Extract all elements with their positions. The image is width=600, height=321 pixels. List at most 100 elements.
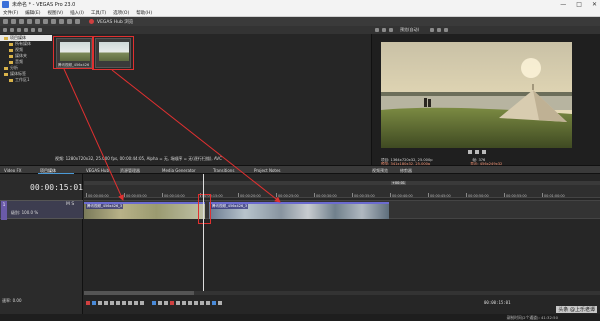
ruler-label: 00:00:05:00 [126, 194, 147, 198]
ruler-label: 00:00:10:00 [164, 194, 185, 198]
play-icon[interactable] [468, 150, 472, 154]
stop-icon[interactable] [482, 150, 486, 154]
delete-icon[interactable] [170, 300, 174, 305]
envelope-tool-icon[interactable] [158, 300, 162, 305]
capture-icon[interactable] [10, 28, 14, 32]
pause-icon[interactable] [110, 300, 114, 305]
folder-icon [4, 36, 8, 40]
ruler-tick [314, 193, 315, 197]
selection-tool-icon[interactable] [164, 300, 168, 305]
project-media-panel: 项目媒体 所有媒体 视频 媒体夹 音频 分析 媒体标签 工作区1 腾讯视频_45… [0, 26, 372, 165]
loop-region-bar[interactable] [84, 181, 600, 185]
timeline-ruler[interactable]: +00:01 00:00:00:00 00:00:05:00 00:00:10:00… [84, 181, 600, 198]
tab-video-fx[interactable]: Video FX [4, 168, 22, 173]
split-screen-icon[interactable] [389, 28, 393, 32]
redo-icon[interactable] [75, 19, 80, 24]
window-controls: — □ ✕ [560, 1, 597, 8]
prev-frame-icon[interactable] [134, 300, 138, 305]
menu-edit[interactable]: 编辑(E) [25, 10, 40, 16]
preview-quality-dropdown[interactable]: 预览(自动) [400, 27, 419, 33]
track-header-area: 00:00:15:01 1 级别: 100.0 % M S 速率: 0.00 [0, 174, 83, 321]
normal-edit-tool-icon[interactable] [152, 300, 156, 305]
menu-file[interactable]: 文件(F) [3, 10, 18, 16]
auto-ripple-icon[interactable] [218, 300, 222, 305]
playhead-cursor[interactable] [203, 174, 204, 294]
save-icon[interactable] [19, 19, 24, 24]
cut-icon[interactable] [43, 19, 48, 24]
menu-help[interactable]: 帮助(H) [136, 10, 152, 16]
marker-icon[interactable] [200, 300, 204, 305]
remove-media-icon[interactable] [17, 28, 21, 32]
go-to-end-icon[interactable] [128, 300, 132, 305]
split-icon[interactable] [188, 300, 192, 305]
play-from-start-icon[interactable] [98, 300, 102, 305]
undo-icon[interactable] [67, 19, 72, 24]
save-snapshot-icon[interactable] [444, 28, 449, 32]
minimize-button[interactable]: — [560, 1, 566, 8]
play-icon[interactable] [104, 300, 108, 305]
vegas-hub-button[interactable]: VEGAS Hub 浏览 [97, 19, 133, 25]
ruler-tick [86, 193, 87, 197]
menu-view[interactable]: 视图(V) [47, 10, 63, 16]
track-level[interactable]: 级别: 100.0 % [11, 210, 38, 216]
copy-icon[interactable] [51, 19, 56, 24]
folder-icon [9, 48, 13, 52]
scrollbar-thumb[interactable] [84, 291, 194, 295]
import-media-icon[interactable] [3, 28, 7, 32]
highlight-box [53, 36, 94, 69]
record-time-status: 录制时间(2个通道): 41:32:50 [506, 315, 559, 320]
tab-vegas-hub[interactable]: VEGAS Hub [86, 168, 109, 173]
ruler-label: 00:00:30:00 [316, 194, 337, 198]
snap-icon[interactable] [212, 300, 216, 305]
vegas-hub-icon[interactable] [89, 19, 94, 24]
overlays-icon[interactable] [430, 28, 435, 32]
copy-snapshot-icon[interactable] [437, 28, 442, 32]
ruler-label: 00:00:55:00 [506, 194, 527, 198]
search-icon[interactable] [38, 28, 42, 32]
menu-tools[interactable]: 工具(T) [91, 10, 106, 16]
mute-solo-buttons[interactable]: M S [66, 202, 74, 207]
video-track-header[interactable]: 1 级别: 100.0 % M S [0, 200, 83, 220]
next-frame-icon[interactable] [140, 300, 144, 305]
go-to-start-icon[interactable] [122, 300, 126, 305]
watermark: 头条 @上乐老谭 [556, 306, 597, 313]
project-settings-icon[interactable] [375, 28, 379, 32]
title-bar: 未命名 * - VEGAS Pro 23.0 — □ ✕ [0, 0, 600, 9]
timecode-display: 00:00:15:01 [30, 183, 83, 192]
stop-icon[interactable] [116, 300, 120, 305]
record-icon[interactable] [86, 300, 90, 305]
view-mode-icon[interactable] [31, 28, 35, 32]
maximize-button[interactable]: □ [576, 1, 582, 8]
open-icon[interactable] [11, 19, 16, 24]
trim-start-icon[interactable] [176, 300, 180, 305]
pause-icon[interactable] [475, 150, 479, 154]
video-clip[interactable]: 腾讯视频_456x426_3 [84, 202, 205, 219]
region-icon[interactable] [206, 300, 210, 305]
timeline-scrollbar[interactable] [84, 291, 600, 295]
tree-item-workspace[interactable]: 工作区1 [0, 77, 52, 83]
tab-transitions[interactable]: Transitions [213, 168, 234, 173]
loop-icon[interactable] [92, 300, 96, 305]
trim-end-icon[interactable] [182, 300, 186, 305]
close-button[interactable]: ✕ [592, 1, 597, 8]
settings-icon[interactable] [35, 19, 40, 24]
menu-options[interactable]: 选项(O) [113, 10, 129, 16]
properties-icon[interactable] [24, 28, 28, 32]
video-track[interactable]: 腾讯视频_456x426_3 腾讯视频_456x426_3 [84, 200, 600, 219]
fx-icon[interactable] [382, 28, 386, 32]
tab-project-notes[interactable]: Project Notes [254, 168, 281, 173]
render-icon[interactable] [27, 19, 32, 24]
ruler-tick [276, 193, 277, 197]
paste-icon[interactable] [59, 19, 64, 24]
menu-insert[interactable]: 插入(I) [70, 10, 84, 16]
playback-rate[interactable]: 速率: 0.00 [2, 298, 22, 304]
lock-icon[interactable] [194, 300, 198, 305]
media-tree: 项目媒体 所有媒体 视频 媒体夹 音频 分析 媒体标签 工作区1 [0, 35, 52, 155]
ruler-tick [504, 193, 505, 197]
video-clip[interactable]: 腾讯视频_456x426_3 [209, 202, 389, 219]
ruler-label: 00:00:35:00 [354, 194, 375, 198]
ruler-label: 00:00:50:00 [468, 194, 489, 198]
folder-icon [9, 78, 13, 82]
tab-media-generator[interactable]: Media Generator [162, 168, 196, 173]
new-project-icon[interactable] [3, 19, 8, 24]
